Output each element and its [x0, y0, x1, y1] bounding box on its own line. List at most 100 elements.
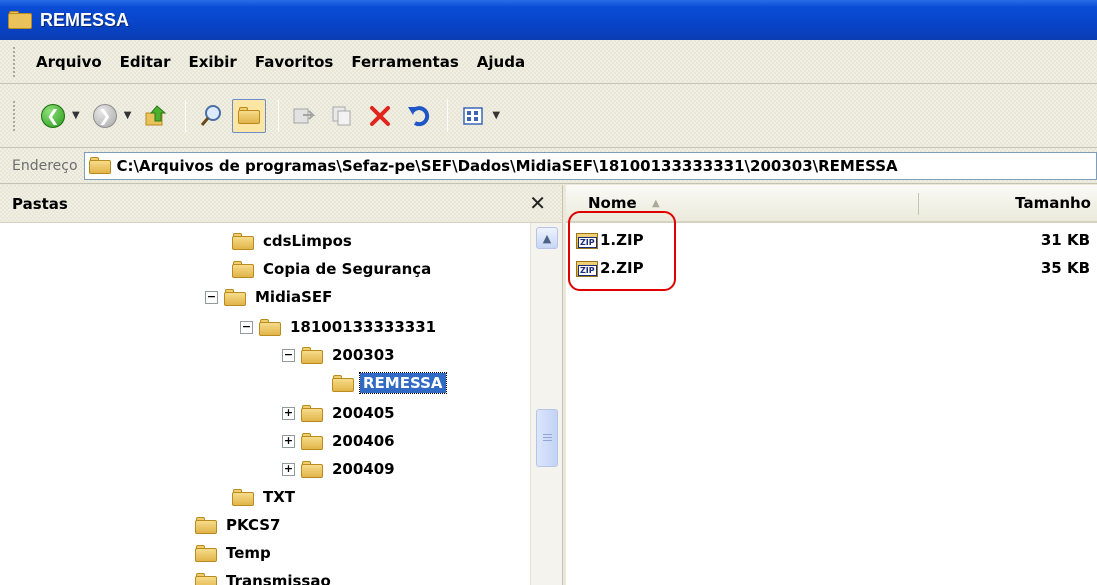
menu-exibir[interactable]: Exibir — [188, 53, 236, 71]
menu-bar: Arquivo Editar Exibir Favoritos Ferramen… — [0, 40, 1097, 84]
expand-icon[interactable]: + — [282, 462, 295, 476]
collapse-icon[interactable]: − — [205, 290, 218, 304]
tree-item-label: REMESSA — [359, 372, 447, 394]
back-icon: ❮ — [41, 103, 65, 128]
tree-item-remessa[interactable]: REMESSA — [332, 369, 447, 397]
toolbar-grip[interactable] — [12, 45, 16, 78]
tree-item-200409[interactable]: + 200409 — [282, 455, 398, 483]
toolbar-separator — [447, 99, 449, 132]
tree-item-label: MidiaSEF — [255, 288, 333, 306]
address-label: Endereço — [12, 157, 78, 174]
column-divider[interactable] — [918, 193, 919, 215]
folders-icon — [238, 107, 261, 124]
address-input[interactable]: C:\Arquivos de programas\Sefaz-pe\SEF\Da… — [83, 151, 1097, 180]
folder-tree: cdsLimpos Copia de Segurança − MidiaSEF … — [0, 223, 530, 585]
folder-icon — [301, 404, 323, 422]
column-name-header[interactable]: Nome — [588, 194, 637, 212]
annotation-highlight — [568, 211, 676, 291]
views-dropdown[interactable]: ▼ — [492, 110, 500, 121]
folder-icon — [232, 260, 254, 278]
expand-icon[interactable]: + — [282, 434, 295, 448]
tree-item-label: 200409 — [332, 460, 395, 478]
toolbar-separator — [185, 99, 187, 132]
expand-icon[interactable]: + — [282, 406, 295, 420]
tree-item-transmissao[interactable]: Transmissao — [195, 567, 334, 585]
forward-icon: ❯ — [92, 103, 117, 128]
up-folder-icon — [145, 104, 167, 125]
tree-scrollbar[interactable]: ▲ — [530, 223, 562, 585]
sort-ascending-icon: ▲ — [652, 198, 660, 209]
forward-dropdown[interactable]: ▼ — [124, 110, 132, 121]
folders-button[interactable] — [232, 98, 267, 133]
scroll-thumb[interactable] — [536, 409, 558, 467]
folder-icon — [195, 572, 217, 585]
tree-item-18100133333331[interactable]: − 18100133333331 — [240, 313, 439, 341]
tree-item-label: 18100133333331 — [290, 318, 437, 336]
file-list-pane: Nome ▲ Tamanho ZIP 1.ZIP 31 KB ZIP 2.ZIP… — [566, 185, 1097, 585]
tree-item-label: cdsLimpos — [263, 232, 352, 250]
undo-icon — [408, 105, 430, 126]
move-to-button[interactable] — [287, 99, 321, 133]
tree-item-label: Temp — [226, 544, 271, 562]
tree-item-200406[interactable]: + 200406 — [282, 427, 398, 455]
folder-icon — [224, 288, 246, 306]
tree-item-temp[interactable]: Temp — [195, 539, 274, 567]
folder-icon — [301, 460, 323, 478]
delete-button[interactable] — [363, 99, 397, 133]
search-icon — [201, 104, 222, 126]
collapse-icon[interactable]: − — [282, 348, 295, 362]
views-icon — [463, 106, 484, 125]
tree-item-pkcs7[interactable]: PKCS7 — [195, 511, 283, 539]
tree-item-midiasef[interactable]: − MidiaSEF — [205, 283, 335, 311]
folder-icon — [259, 318, 281, 336]
open-folder-icon — [332, 374, 354, 392]
folders-pane-title: Pastas — [12, 194, 68, 213]
search-button[interactable] — [194, 99, 228, 133]
folder-icon — [301, 432, 323, 450]
close-icon[interactable]: ✕ — [529, 191, 546, 215]
forward-button[interactable]: ❯ — [88, 99, 122, 133]
tree-item-txt[interactable]: TXT — [232, 483, 298, 511]
file-size: 31 KB — [1040, 231, 1090, 249]
toolbar-grip[interactable] — [12, 99, 16, 132]
column-size-header[interactable]: Tamanho — [1015, 194, 1091, 212]
folder-icon — [195, 544, 217, 562]
toolbar-separator — [278, 99, 280, 132]
tree-item-label: 200303 — [332, 346, 395, 364]
folder-icon — [195, 516, 217, 534]
back-dropdown[interactable]: ▼ — [72, 110, 80, 121]
title-bar: REMESSA — [0, 0, 1097, 40]
tree-item-label: PKCS7 — [226, 516, 281, 534]
folders-pane-header: Pastas ✕ — [0, 185, 562, 223]
tree-item-label: Transmissao — [226, 572, 331, 585]
tree-item-label: 200406 — [332, 432, 395, 450]
collapse-icon[interactable]: − — [240, 320, 253, 334]
tree-item-200405[interactable]: + 200405 — [282, 399, 398, 427]
menu-arquivo[interactable]: Arquivo — [36, 53, 102, 71]
folder-icon — [301, 346, 323, 364]
window-title: REMESSA — [40, 9, 130, 30]
tree-item-200303[interactable]: − 200303 — [282, 341, 398, 369]
tree-item-label: TXT — [263, 488, 296, 506]
back-button[interactable]: ❮ — [36, 99, 70, 133]
tree-item-label: Copia de Segurança — [263, 260, 432, 278]
standard-toolbar: ❮ ▼ ❯ ▼ ▼ — [0, 84, 1097, 148]
address-bar: Endereço C:\Arquivos de programas\Sefaz-… — [0, 148, 1097, 184]
views-button[interactable] — [456, 99, 490, 133]
move-to-icon — [293, 108, 316, 123]
up-button[interactable] — [139, 99, 173, 133]
tree-item-label: 200405 — [332, 404, 395, 422]
menu-editar[interactable]: Editar — [120, 53, 171, 71]
scroll-up-icon[interactable]: ▲ — [536, 227, 558, 249]
file-size: 35 KB — [1040, 259, 1090, 277]
menu-favoritos[interactable]: Favoritos — [255, 53, 334, 71]
copy-to-button[interactable] — [325, 99, 359, 133]
undo-button[interactable] — [401, 99, 435, 133]
delete-icon — [370, 105, 391, 126]
folder-icon — [232, 232, 254, 250]
menu-ajuda[interactable]: Ajuda — [477, 53, 525, 71]
folder-icon — [232, 488, 254, 506]
menu-ferramentas[interactable]: Ferramentas — [351, 53, 458, 71]
tree-item-copia-de-seguranca[interactable]: Copia de Segurança — [232, 255, 434, 283]
tree-item-cdslimpos[interactable]: cdsLimpos — [232, 227, 355, 255]
